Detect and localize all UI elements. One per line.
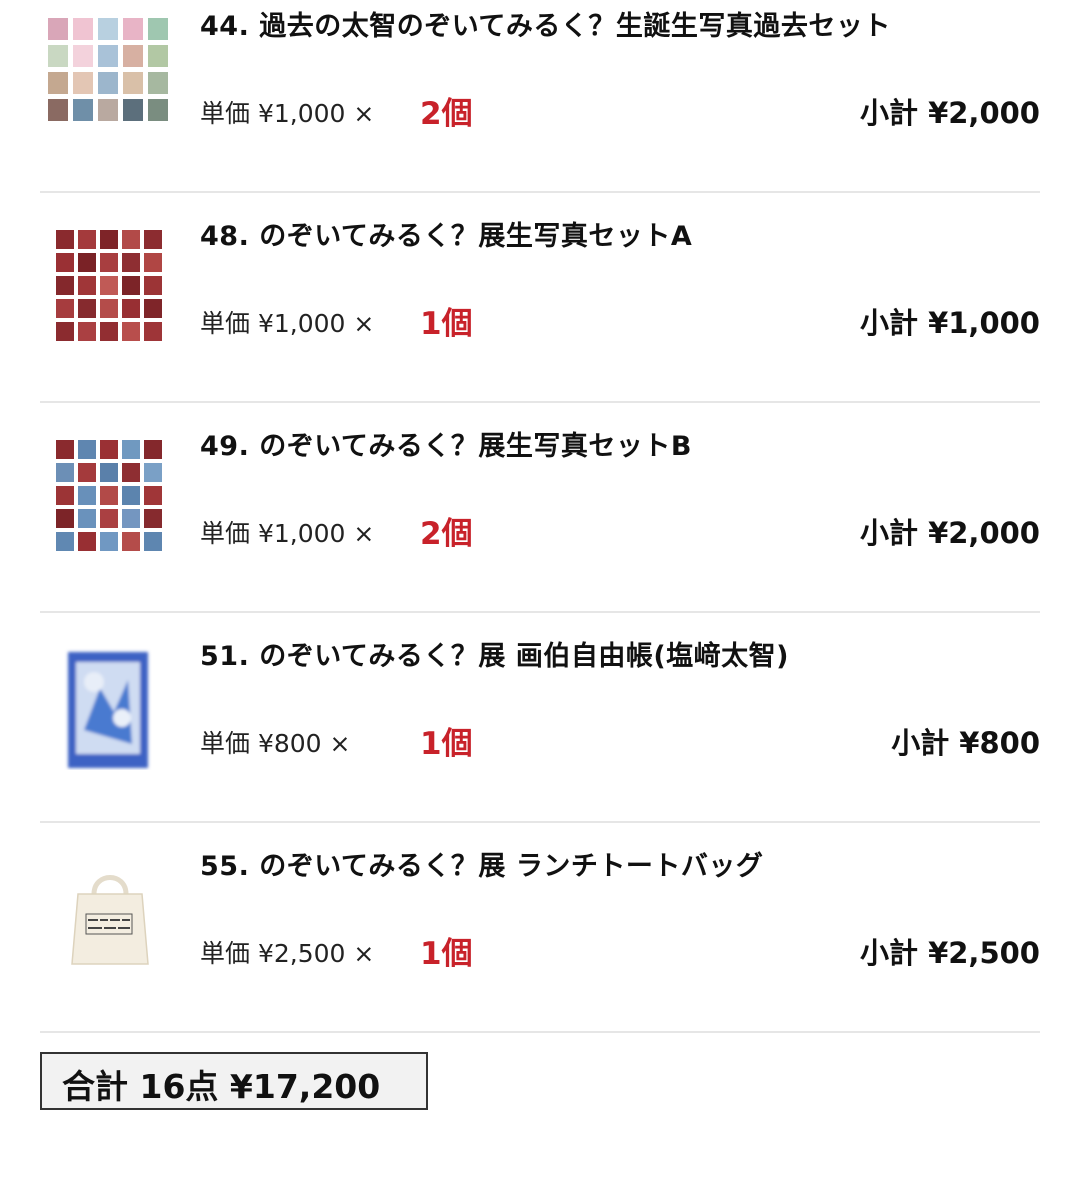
divider xyxy=(40,821,1040,823)
item-quantity: 1個 xyxy=(420,306,473,342)
tote-bag-icon[interactable] xyxy=(40,850,180,980)
item-name[interactable]: 48. のぞいてみるく？展生写真セットA xyxy=(200,214,692,253)
item-quantity: 1個 xyxy=(420,936,473,972)
item-name[interactable]: 44. 過去の太智のぞいてみるく？生誕生写真過去セット xyxy=(200,4,891,43)
photo-grid-mixed-icon[interactable] xyxy=(40,430,180,560)
total-label: 合計 16点 ¥17,200 xyxy=(62,1067,381,1106)
item-subtotal: 小計 ¥2,000 xyxy=(859,516,1040,550)
cart-item: 55. のぞいてみるく？展 ランチトートバッグ 単価 ¥2,500 × 1個 小… xyxy=(40,840,1040,1050)
cart-item: 51. のぞいてみるく？展 画伯自由帳(塩﨑太智) 単価 ¥800 × 1個 小… xyxy=(40,630,1040,840)
notebook-icon[interactable] xyxy=(40,640,180,770)
total-summary-box: 合計 16点 ¥17,200 xyxy=(40,1052,428,1110)
item-name[interactable]: 51. のぞいてみるく？展 画伯自由帳(塩﨑太智) xyxy=(200,634,789,673)
photo-grid-pastel-icon[interactable] xyxy=(40,10,180,140)
unit-price: 単価 ¥800 × xyxy=(200,729,351,758)
unit-price: 単価 ¥2,500 × xyxy=(200,939,375,968)
item-subtotal: 小計 ¥2,500 xyxy=(859,936,1040,970)
divider xyxy=(40,1031,1040,1033)
unit-price: 単価 ¥1,000 × xyxy=(200,99,375,128)
item-quantity: 2個 xyxy=(420,96,473,132)
photo-grid-red-icon[interactable] xyxy=(40,220,180,350)
item-name[interactable]: 55. のぞいてみるく？展 ランチトートバッグ xyxy=(200,844,763,883)
unit-price: 単価 ¥1,000 × xyxy=(200,309,375,338)
cart-item: 49. のぞいてみるく？展生写真セットB 単価 ¥1,000 × 2個 小計 ¥… xyxy=(40,420,1040,630)
item-quantity: 2個 xyxy=(420,516,473,552)
item-name[interactable]: 49. のぞいてみるく？展生写真セットB xyxy=(200,424,692,463)
divider xyxy=(40,611,1040,613)
item-subtotal: 小計 ¥2,000 xyxy=(859,96,1040,130)
unit-price: 単価 ¥1,000 × xyxy=(200,519,375,548)
cart-item: 44. 過去の太智のぞいてみるく？生誕生写真過去セット 単価 ¥1,000 × … xyxy=(40,0,1040,210)
item-subtotal: 小計 ¥1,000 xyxy=(859,306,1040,340)
divider xyxy=(40,401,1040,403)
item-subtotal: 小計 ¥800 xyxy=(891,726,1040,760)
divider xyxy=(40,191,1040,193)
cart-item: 48. のぞいてみるく？展生写真セットA 単価 ¥1,000 × 1個 小計 ¥… xyxy=(40,210,1040,420)
item-quantity: 1個 xyxy=(420,726,473,762)
